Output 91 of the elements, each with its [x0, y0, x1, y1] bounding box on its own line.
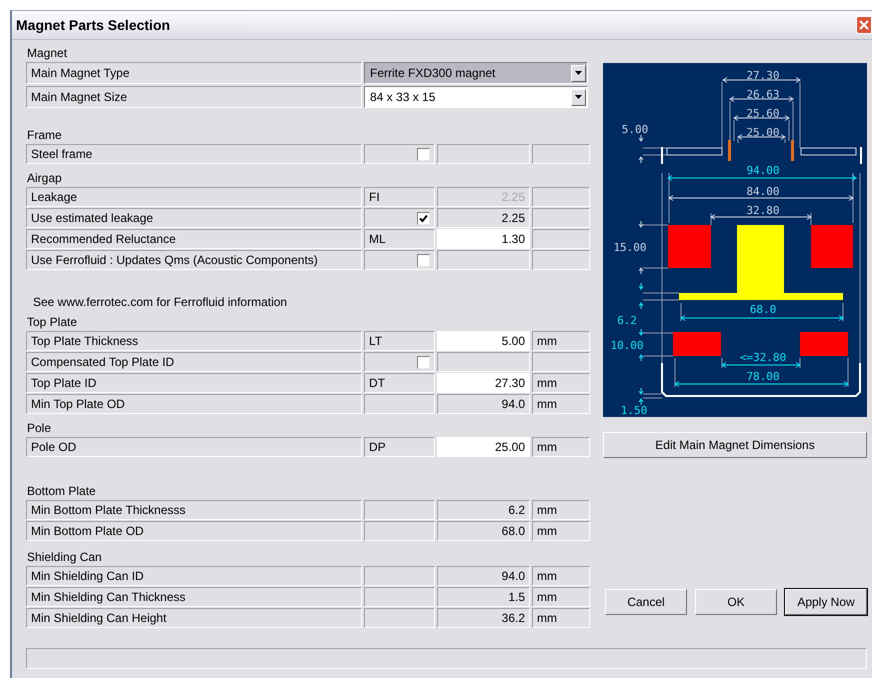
value-cell: 2.25 — [437, 187, 530, 207]
empty-cell — [532, 208, 590, 228]
row-label: Pole OD — [26, 437, 362, 457]
dimension-label: 5.00 — [622, 123, 648, 136]
code-cell: FI — [364, 187, 435, 207]
edit-dimensions-button[interactable]: Edit Main Magnet Dimensions — [603, 432, 867, 458]
unit-cell: mm — [532, 587, 590, 607]
row-label: Min Shielding Can ID — [26, 566, 362, 586]
checkbox[interactable] — [417, 212, 430, 224]
close-button[interactable] — [856, 16, 872, 34]
dimension-label: 27.30 — [746, 69, 780, 82]
row-label: Top Plate Thickness — [26, 331, 362, 351]
section-title: Airgap — [26, 171, 63, 185]
unit-cell: mm — [532, 500, 590, 520]
dimension-label: 94.00 — [746, 164, 780, 177]
value-cell: 2.25 — [437, 208, 530, 228]
dimension-label: 1.50 — [620, 404, 648, 417]
empty-cell — [364, 521, 435, 541]
section-title: Bottom Plate — [26, 484, 97, 498]
section-title: Magnet — [26, 46, 68, 60]
value-cell: 36.2 — [437, 608, 530, 628]
dialog-button[interactable]: Cancel — [605, 589, 687, 615]
empty-cell — [532, 187, 590, 207]
dimension-label: 32.80 — [746, 204, 780, 217]
unit-cell: mm — [532, 437, 590, 457]
dimension-label: 25.60 — [746, 107, 780, 120]
row-label: Main Magnet Type — [26, 62, 362, 84]
unit-cell: mm — [532, 521, 590, 541]
empty-cell — [532, 250, 590, 270]
code-cell: ML — [364, 229, 435, 249]
empty-cell — [364, 587, 435, 607]
empty-cell — [364, 500, 435, 520]
dialog-button[interactable]: Apply Now — [785, 589, 867, 615]
unit-cell: mm — [532, 331, 590, 351]
row-label: Recommended Reluctance — [26, 229, 362, 249]
section-title: Shielding Can — [26, 550, 103, 564]
empty-cell — [532, 144, 590, 164]
section-title: Top Plate — [26, 315, 78, 329]
row-label: Steel frame — [26, 144, 362, 164]
empty-cell — [364, 394, 435, 414]
row-label: Use estimated leakage — [26, 208, 362, 228]
value-cell: 94.0 — [437, 394, 530, 414]
row-label: Min Top Plate OD — [26, 394, 362, 414]
value-cell: 68.0 — [437, 521, 530, 541]
input-field[interactable]: 25.00 — [437, 437, 530, 457]
row-label: Use Ferrofluid : Updates Qms (Acoustic Components) — [26, 250, 362, 270]
input-field[interactable]: 1.30 — [437, 229, 530, 249]
checkbox[interactable] — [417, 148, 430, 160]
row-label: Compensated Top Plate ID — [26, 352, 362, 372]
input-field[interactable]: 27.30 — [437, 373, 530, 393]
row-label: Min Shielding Can Height — [26, 608, 362, 628]
dimension-label: 26.63 — [746, 88, 780, 101]
checkbox[interactable] — [417, 356, 430, 368]
unit-cell: mm — [532, 566, 590, 586]
dimension-label: 68.0 — [750, 303, 776, 316]
dimension-label: 25.00 — [746, 126, 780, 139]
input-field[interactable]: 5.00 — [437, 331, 530, 351]
section-title: Frame — [26, 128, 63, 142]
empty-cell — [364, 566, 435, 586]
dropdown[interactable]: Ferrite FXD300 magnet — [364, 62, 588, 84]
close-icon — [859, 20, 869, 30]
value-cell: 1.5 — [437, 587, 530, 607]
dimension-label: 6.2 — [617, 314, 637, 327]
dropdown[interactable]: 84 x 33 x 15 — [364, 86, 588, 108]
dimension-label: 78.00 — [746, 370, 780, 383]
code-cell: DT — [364, 373, 435, 393]
code-cell: LT — [364, 331, 435, 351]
row-label: Min Shielding Can Thickness — [26, 587, 362, 607]
dialog-button[interactable]: OK — [695, 589, 777, 615]
empty-cell — [532, 352, 590, 372]
dimension-label: <=32.80 — [740, 351, 786, 364]
row-label: Main Magnet Size — [26, 86, 362, 108]
checkbox[interactable] — [417, 254, 430, 266]
row-label: Top Plate ID — [26, 373, 362, 393]
unit-cell: mm — [532, 394, 590, 414]
row-label: Min Bottom Plate Thicknesss — [26, 500, 362, 520]
unit-cell: mm — [532, 608, 590, 628]
value-cell: 6.2 — [437, 500, 530, 520]
dimension-label: 15.00 — [613, 241, 647, 254]
unit-cell: mm — [532, 373, 590, 393]
empty-cell — [364, 608, 435, 628]
value-cell: 94.0 — [437, 566, 530, 586]
dimension-label: 10.00 — [610, 339, 644, 352]
dimension-label: 84.00 — [746, 185, 780, 198]
empty-cell — [532, 229, 590, 249]
info-text: See www.ferrotec.com for Ferrofluid information — [33, 295, 288, 309]
code-cell: DP — [364, 437, 435, 457]
section-title: Pole — [26, 421, 52, 435]
row-label: Min Bottom Plate OD — [26, 521, 362, 541]
row-label: Leakage — [26, 187, 362, 207]
window-title: Magnet Parts Selection — [15, 17, 170, 33]
